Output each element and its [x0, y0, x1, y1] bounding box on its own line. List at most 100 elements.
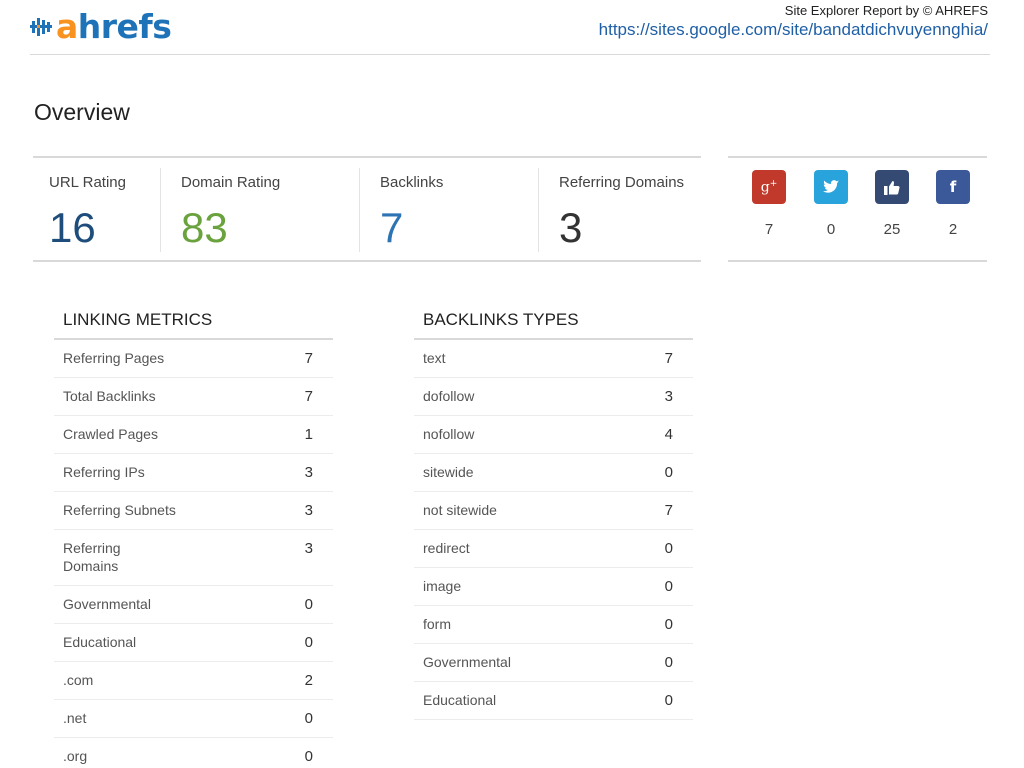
table-row: Referring IPs 3 [54, 454, 333, 492]
table-row: Educational 0 [414, 682, 693, 720]
table-row: redirect 0 [414, 530, 693, 568]
row-label: Governmental [63, 596, 151, 612]
metric-value: 3 [559, 204, 583, 251]
social-count: 0 [826, 221, 836, 238]
row-value: 0 [664, 540, 673, 557]
social-facebook: f 2 [936, 170, 970, 238]
table-row: Referring Subnets 3 [54, 492, 333, 530]
linking-metrics-title: LINKING METRICS [54, 310, 333, 340]
table-row: image 0 [414, 568, 693, 606]
overview-title: Overview [34, 99, 130, 125]
metric-label: URL Rating [49, 174, 126, 191]
metric-value: 83 [181, 204, 228, 251]
social-count: 25 [883, 221, 901, 238]
social-twitter: 0 [814, 170, 848, 238]
row-value: 7 [304, 388, 313, 405]
row-label: Crawled Pages [63, 426, 158, 442]
report-page: ahrefs Site Explorer Report by © AHREFS … [0, 0, 1024, 768]
metric-divider [160, 168, 161, 252]
social-like: 25 [875, 170, 909, 238]
ahrefs-logo-text: ahrefs [56, 7, 172, 46]
row-label: dofollow [423, 388, 475, 404]
social-count: 2 [948, 221, 958, 238]
facebook-icon[interactable]: f [936, 170, 970, 204]
row-label: Educational [63, 634, 137, 650]
ahrefs-logo[interactable]: ahrefs [30, 7, 172, 46]
table-row: Total Backlinks 7 [54, 378, 333, 416]
linking-metrics-rows: Referring Pages 7 Total Backlinks 7 Crawled … [54, 340, 333, 768]
row-value: 7 [664, 350, 673, 367]
overview-metrics-panel: URL Rating 16 Domain Rating 83 Backlinks… [33, 156, 701, 262]
like-icon[interactable] [875, 170, 909, 204]
row-value: 0 [304, 710, 313, 727]
table-row: text 7 [414, 340, 693, 378]
metric-url-rating: URL Rating 16 [49, 168, 159, 252]
metric-referring-domains: Referring Domains 3 [559, 168, 699, 252]
logo-letters-hrefs: hrefs [77, 7, 172, 46]
row-value: 3 [304, 502, 313, 519]
backlinks-types-table: BACKLINKS TYPES text 7 dofollow 3 nofollow 4 s… [414, 310, 693, 720]
table-row: .org 0 [54, 738, 333, 768]
row-label: text [423, 350, 446, 366]
row-label: .org [63, 748, 88, 764]
backlinks-types-rows: text 7 dofollow 3 nofollow 4 sitewide 0 not site… [414, 340, 693, 720]
row-value: 7 [664, 502, 673, 519]
metric-value: 16 [49, 204, 96, 251]
table-row: not sitewide 7 [414, 492, 693, 530]
table-row: form 0 [414, 606, 693, 644]
row-label: Referring IPs [63, 464, 145, 480]
google-plus-icon[interactable]: g+ [752, 170, 786, 204]
row-value: 2 [304, 672, 313, 689]
row-label: Governmental [423, 654, 511, 670]
table-row: dofollow 3 [414, 378, 693, 416]
metric-label: Referring Domains [559, 174, 685, 191]
table-row: Referring Domains 3 [54, 530, 333, 586]
report-by-text: Site Explorer Report by © AHREFS [784, 3, 988, 18]
table-row: Crawled Pages 1 [54, 416, 333, 454]
target-url-link[interactable]: https://sites.google.com/site/bandatdich… [599, 20, 988, 40]
logo-letter-a: a [56, 7, 78, 46]
row-value: 0 [664, 654, 673, 671]
row-value: 0 [304, 748, 313, 765]
row-value: 0 [664, 692, 673, 709]
row-value: 1 [304, 426, 313, 443]
table-row: Referring Pages 7 [54, 340, 333, 378]
social-count: 7 [764, 221, 774, 238]
row-label: redirect [423, 540, 470, 556]
linking-metrics-table: LINKING METRICS Referring Pages 7 Total Ba… [54, 310, 333, 768]
row-value: 0 [664, 578, 673, 595]
row-value: 3 [304, 464, 313, 481]
row-label: form [423, 616, 451, 632]
metric-value: 7 [380, 204, 404, 251]
row-value: 3 [664, 388, 673, 405]
table-row: .net 0 [54, 700, 333, 738]
metric-backlinks: Backlinks 7 [380, 168, 530, 252]
table-row: Educational 0 [54, 624, 333, 662]
row-label: .com [63, 672, 94, 688]
table-row: Governmental 0 [54, 586, 333, 624]
backlinks-types-title: BACKLINKS TYPES [414, 310, 693, 340]
social-google-plus: g+ 7 [752, 170, 786, 238]
row-label: .net [63, 710, 87, 726]
table-row: Governmental 0 [414, 644, 693, 682]
twitter-icon[interactable] [814, 170, 848, 204]
row-label: Referring Domains [63, 540, 121, 574]
row-label: not sitewide [423, 502, 497, 518]
row-value: 0 [304, 596, 313, 613]
table-row: sitewide 0 [414, 454, 693, 492]
row-value: 0 [664, 464, 673, 481]
metric-label: Domain Rating [181, 174, 281, 191]
report-header: ahrefs Site Explorer Report by © AHREFS … [30, 0, 990, 55]
row-label: image [423, 578, 462, 594]
metric-label: Backlinks [380, 174, 444, 191]
row-value: 0 [304, 634, 313, 651]
table-row: .com 2 [54, 662, 333, 700]
table-row: nofollow 4 [414, 416, 693, 454]
row-label: Total Backlinks [63, 388, 156, 404]
metric-domain-rating: Domain Rating 83 [181, 168, 361, 252]
metric-divider [359, 168, 360, 252]
row-label: Educational [423, 692, 497, 708]
row-value: 0 [664, 616, 673, 633]
row-label: nofollow [423, 426, 475, 442]
row-label: Referring Pages [63, 350, 165, 366]
